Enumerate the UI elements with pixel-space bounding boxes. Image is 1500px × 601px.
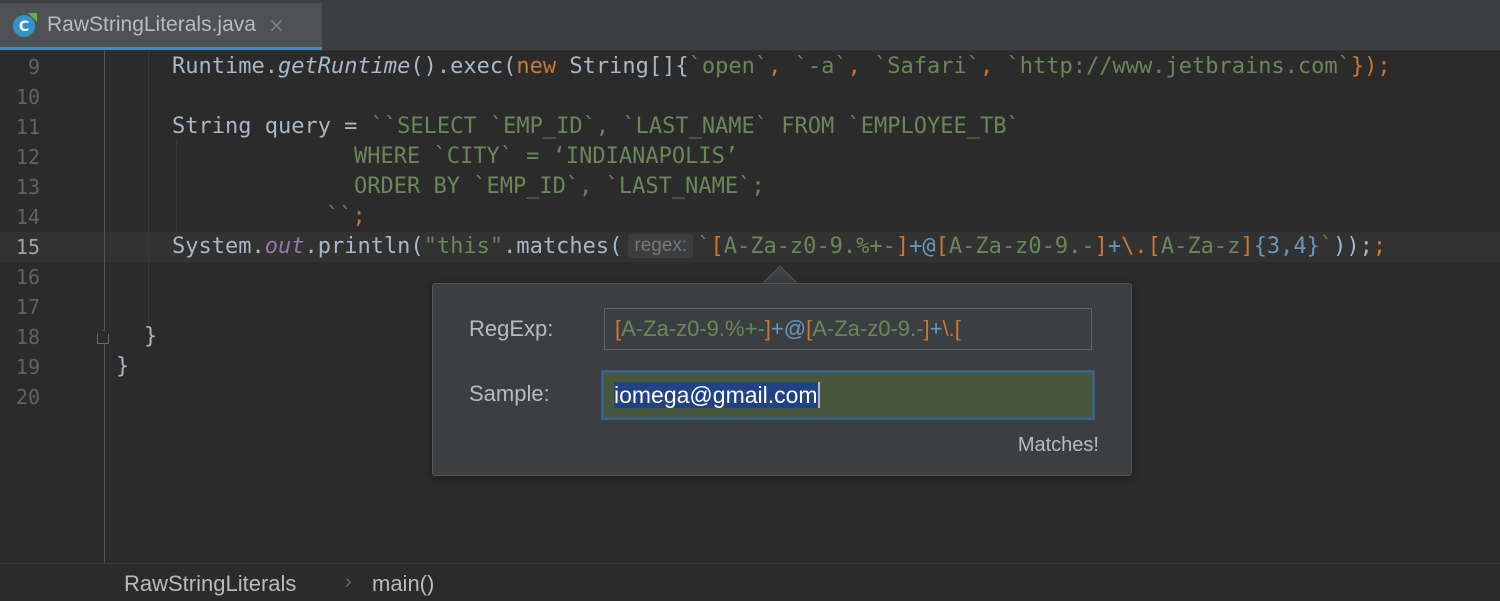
- indent-guide: [148, 51, 149, 326]
- line-number: 14: [15, 205, 40, 229]
- code-line-14: ``;: [326, 204, 366, 229]
- line-number: 13: [15, 175, 40, 199]
- line-number: 10: [15, 85, 40, 109]
- editor-tab-bar: C RawStringLiterals.java ×: [0, 0, 1500, 51]
- code-line-12: WHERE `CITY` = ‘INDIANAPOLIS’: [354, 144, 739, 169]
- sample-label: Sample:: [469, 381, 550, 406]
- line-number: 18: [15, 325, 40, 349]
- breadcrumb-method[interactable]: main(): [372, 571, 434, 597]
- regexp-field[interactable]: [A-Za-z0-9.%+-]+@[A-Za-z0-9.-]+\.[: [604, 308, 1092, 350]
- match-status: Matches!: [1017, 434, 1099, 456]
- breadcrumb: RawStringLiterals › main(): [0, 563, 1500, 601]
- text-caret: [817, 382, 820, 408]
- line-number: 11: [15, 115, 40, 139]
- breadcrumb-separator-icon: ›: [345, 571, 352, 593]
- code-line-11: String query = ``SELECT `EMP_ID`, `LAST_…: [172, 114, 1020, 139]
- indent-guide: [176, 141, 177, 231]
- line-number: 9: [27, 55, 40, 79]
- line-number: 19: [15, 355, 40, 379]
- tab-close-icon[interactable]: ×: [268, 13, 285, 37]
- code-line-9: Runtime.getRuntime().exec(new String[]{`…: [172, 54, 1391, 79]
- line-number: 16: [15, 265, 40, 289]
- line-number: 12: [15, 145, 40, 169]
- gutter-separator: [104, 51, 105, 563]
- regexp-label: RegExp:: [469, 316, 554, 341]
- tab-rawstringliterals[interactable]: C RawStringLiterals.java ×: [0, 3, 322, 50]
- popup-pointer: [762, 265, 798, 284]
- fold-marker-icon[interactable]: [97, 330, 109, 344]
- sample-input[interactable]: iomega@gmail.com: [601, 370, 1095, 420]
- sample-value: iomega@gmail.com: [614, 382, 818, 408]
- line-number-current: 15: [15, 235, 40, 259]
- code-line-13: ORDER BY `EMP_ID`, `LAST_NAME`;: [354, 174, 765, 199]
- code-line-18: }: [144, 324, 158, 349]
- breadcrumb-class[interactable]: RawStringLiterals: [124, 571, 296, 597]
- code-line-19: }: [116, 354, 130, 379]
- code-line-15: System.out.println("this".matches(regex:…: [172, 234, 1387, 259]
- line-number: 20: [15, 385, 40, 409]
- check-regexp-popup: RegExp: [A-Za-z0-9.%+-]+@[A-Za-z0-9.-]+\…: [432, 283, 1132, 476]
- java-class-icon: C: [12, 12, 38, 38]
- line-number: 17: [15, 295, 40, 319]
- tab-label: RawStringLiterals.java: [47, 13, 256, 36]
- svg-text:C: C: [19, 19, 29, 35]
- parameter-hint: regex:: [628, 234, 694, 258]
